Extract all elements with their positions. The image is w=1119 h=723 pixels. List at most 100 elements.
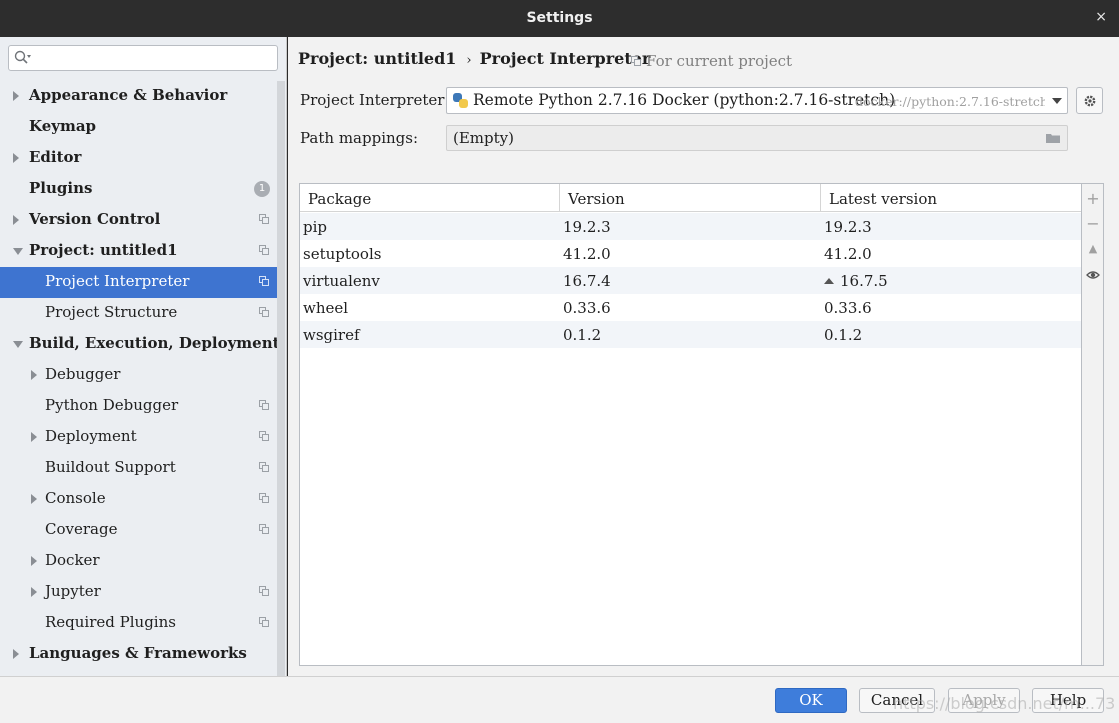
interpreter-name: Remote Python 2.7.16 Docker (python:2.7.…: [473, 91, 896, 109]
cell-version: 41.2.0: [560, 240, 821, 267]
cell-latest: 19.2.3: [821, 213, 1081, 240]
cell-text: wsgiref: [303, 326, 360, 344]
cell-text: pip: [303, 218, 328, 236]
project-level-icon: [259, 493, 270, 504]
sidebar-item-label: Coverage: [45, 520, 118, 538]
cell-text: 0.1.2: [563, 326, 602, 344]
project-level-icon: [259, 214, 270, 225]
sidebar-item-debugger[interactable]: Debugger: [0, 360, 280, 391]
breadcrumb-current: Project Interpreter: [479, 49, 651, 68]
sidebar-item-label: Required Plugins: [45, 613, 176, 631]
sidebar-item-project-structure[interactable]: Project Structure: [0, 298, 280, 329]
sidebar-item-docker[interactable]: Docker: [0, 546, 280, 577]
search-box[interactable]: [8, 45, 278, 71]
cancel-button[interactable]: Cancel: [859, 688, 935, 713]
column-header-version[interactable]: Version: [560, 184, 821, 212]
sidebar-item-required-plugins[interactable]: Required Plugins: [0, 608, 280, 639]
apply-button[interactable]: Apply: [948, 688, 1020, 713]
title-bar: Settings ×: [0, 0, 1119, 37]
sidebar-item-project-interpreter[interactable]: Project Interpreter: [0, 267, 280, 298]
interpreter-settings-button[interactable]: [1076, 87, 1103, 114]
cell-latest: 0.1.2: [821, 321, 1081, 348]
collapsed-arrow-icon[interactable]: [31, 370, 37, 380]
column-header-latest-version[interactable]: Latest version: [821, 184, 1081, 212]
sidebar-scrollbar[interactable]: [277, 81, 285, 681]
cell-text: setuptools: [303, 245, 382, 263]
table-row[interactable]: wheel 0.33.6 0.33.6: [300, 294, 1081, 321]
table-row[interactable]: setuptools 41.2.0 41.2.0: [300, 240, 1081, 267]
ok-button[interactable]: OK: [775, 688, 847, 713]
sidebar-item-languages-frameworks[interactable]: Languages & Frameworks: [0, 639, 280, 670]
cell-text: 19.2.3: [563, 218, 611, 236]
sidebar-item-plugins[interactable]: Plugins 1: [0, 174, 280, 205]
cell-version: 19.2.3: [560, 213, 821, 240]
collapsed-arrow-icon[interactable]: [31, 556, 37, 566]
interpreter-path: docker://python:2.7.16-stretch/: [855, 94, 1045, 109]
sidebar-item-label: Debugger: [45, 365, 121, 383]
project-level-icon: [259, 586, 270, 597]
breadcrumb-separator: ›: [466, 53, 472, 68]
sidebar-item-label: Console: [45, 489, 106, 507]
table-row[interactable]: wsgiref 0.1.2 0.1.2: [300, 321, 1081, 348]
project-level-icon: [259, 462, 270, 473]
collapsed-arrow-icon[interactable]: [13, 649, 19, 659]
chevron-down-icon: [1052, 98, 1062, 104]
scope-note-text: For current project: [646, 52, 793, 70]
help-button[interactable]: Help: [1032, 688, 1104, 713]
sidebar-item-keymap[interactable]: Keymap: [0, 112, 280, 143]
main-panel: Project: untitled1 › Project Interpreter F…: [288, 37, 1119, 676]
sidebar-item-editor[interactable]: Editor: [0, 143, 280, 174]
project-level-icon: [259, 431, 270, 442]
collapsed-arrow-icon[interactable]: [13, 215, 19, 225]
table-row[interactable]: pip 19.2.3 19.2.3: [300, 213, 1081, 240]
sidebar-item-jupyter[interactable]: Jupyter: [0, 577, 280, 608]
sidebar-item-buildout-support[interactable]: Buildout Support: [0, 453, 280, 484]
column-header-package[interactable]: Package: [300, 184, 560, 212]
sidebar-item-appearance-behavior[interactable]: Appearance & Behavior: [0, 81, 280, 112]
interpreter-dropdown[interactable]: Remote Python 2.7.16 Docker (python:2.7.…: [446, 87, 1068, 114]
sidebar-item-label: Keymap: [29, 117, 97, 135]
sidebar-item-python-debugger[interactable]: Python Debugger: [0, 391, 280, 422]
breadcrumb-parent[interactable]: Project: untitled1: [298, 49, 456, 68]
sidebar-item-version-control[interactable]: Version Control: [0, 205, 280, 236]
sidebar-item-coverage[interactable]: Coverage: [0, 515, 280, 546]
collapsed-arrow-icon[interactable]: [31, 432, 37, 442]
sidebar-item-label: Version Control: [29, 210, 161, 228]
sidebar-item-label: Project: untitled1: [29, 241, 178, 259]
sidebar-item-label: Plugins: [29, 179, 93, 197]
sidebar-item-label: Build, Execution, Deployment: [29, 334, 280, 352]
collapsed-arrow-icon[interactable]: [13, 153, 19, 163]
project-level-icon: [259, 400, 270, 411]
collapsed-arrow-icon[interactable]: [31, 494, 37, 504]
project-level-icon: [259, 524, 270, 535]
sidebar-item-build-execution-deployment[interactable]: Build, Execution, Deployment: [0, 329, 280, 360]
interpreter-label: Project Interpreter:: [300, 91, 450, 109]
sidebar-item-console[interactable]: Console: [0, 484, 280, 515]
sidebar-item-project-untitled1[interactable]: Project: untitled1: [0, 236, 280, 267]
settings-sidebar: Appearance & Behavior Keymap Editor Plugins…: [0, 37, 287, 681]
project-level-icon: [259, 307, 270, 318]
table-row[interactable]: virtualenv 16.7.4 16.7.5: [300, 267, 1081, 294]
scope-note: For current project: [631, 52, 792, 70]
cell-text: 41.2.0: [824, 245, 872, 263]
upgrade-package-icon[interactable]: ▲: [1086, 242, 1100, 256]
expanded-arrow-icon[interactable]: [13, 341, 23, 348]
upgrade-available-icon: [824, 278, 834, 284]
close-icon[interactable]: ×: [1095, 9, 1107, 25]
cell-text: virtualenv: [303, 272, 380, 290]
project-level-icon: [259, 276, 270, 287]
sidebar-item-deployment[interactable]: Deployment: [0, 422, 280, 453]
eye-icon[interactable]: [1086, 268, 1100, 282]
cell-text: wheel: [303, 299, 349, 317]
collapsed-arrow-icon[interactable]: [13, 91, 19, 101]
add-package-icon[interactable]: +: [1086, 191, 1100, 207]
remove-package-icon[interactable]: −: [1086, 216, 1100, 232]
collapsed-arrow-icon[interactable]: [31, 587, 37, 597]
cell-package: setuptools: [300, 240, 560, 267]
expanded-arrow-icon[interactable]: [13, 248, 23, 255]
table-header: Package Version Latest version: [300, 184, 1081, 212]
sidebar-item-label: Project Structure: [45, 303, 178, 321]
folder-icon[interactable]: [1046, 133, 1060, 143]
path-mappings-field[interactable]: (Empty): [446, 125, 1068, 151]
search-input[interactable]: [37, 48, 273, 68]
